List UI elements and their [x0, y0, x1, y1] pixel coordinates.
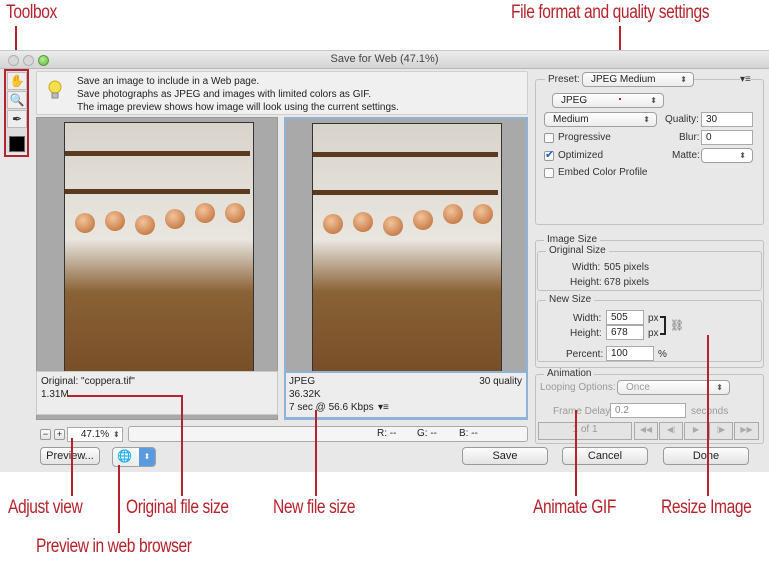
- width-unit: px: [648, 313, 659, 324]
- chain-link-icon[interactable]: ⛓: [670, 319, 684, 332]
- browser-select-arrow-icon: ⬍: [139, 448, 155, 466]
- tip-panel: Save an image to include in a Web page. …: [36, 71, 528, 115]
- percent-unit: %: [658, 349, 667, 360]
- tip-line: The image preview shows how image will l…: [77, 102, 399, 113]
- image-size-title: Image Size: [544, 234, 601, 245]
- height-label: Height:: [570, 328, 602, 339]
- title-bar: Save for Web (47.1%): [0, 51, 769, 69]
- progressive-label: Progressive: [558, 132, 611, 143]
- height-unit: px: [648, 328, 659, 339]
- quality-field[interactable]: 30: [701, 112, 753, 127]
- original-width-label: Width:: [572, 262, 601, 273]
- file-format-select[interactable]: JPEG ⬍: [552, 93, 664, 108]
- tip-line: Save photographs as JPEG and images with…: [77, 89, 372, 100]
- browser-globe-icon: 🌐: [117, 449, 132, 463]
- original-size-title: Original Size: [546, 245, 609, 256]
- width-label: Width:: [573, 313, 602, 324]
- pixel-info-bar: R: -- G: -- B: --: [128, 426, 528, 442]
- optimized-checkbox[interactable]: [544, 148, 554, 161]
- blur-field[interactable]: 0: [701, 130, 753, 145]
- frame-counter: 1 of 1: [538, 422, 632, 440]
- preset-value: JPEG Medium: [591, 74, 656, 85]
- optimized-quality: 30 quality: [479, 376, 522, 387]
- callout-adjust-view: Adjust view: [8, 497, 83, 518]
- play-button[interactable]: ▶: [684, 422, 708, 440]
- download-speed-menu-icon[interactable]: ▾≡: [378, 402, 389, 413]
- red-readout: R: --: [377, 428, 397, 439]
- preset-select[interactable]: JPEG Medium ⬍: [582, 72, 694, 87]
- frame-delay-unit: seconds: [691, 406, 729, 417]
- lightbulb-icon: [48, 80, 62, 99]
- width-field[interactable]: 505: [606, 310, 644, 325]
- frame-delay-label: Frame Delay:: [553, 406, 614, 417]
- save-for-web-window: Save for Web (47.1%) ✋ 🔍 ✒ Save an image…: [0, 50, 769, 472]
- optimized-info: JPEG 30 quality 36.32K 7 sec @ 56.6 Kbps…: [284, 371, 528, 419]
- original-info: Original: "coppera.tif" 1.31M: [36, 371, 278, 415]
- first-frame-button[interactable]: ◀◀: [634, 422, 658, 440]
- original-height-label: Height:: [570, 277, 602, 288]
- quality-preset-select[interactable]: Medium ⬍: [544, 112, 657, 127]
- zoom-in-button[interactable]: +: [54, 429, 65, 440]
- save-button[interactable]: Save: [462, 447, 548, 465]
- callout-original-file-size: Original file size: [126, 497, 229, 518]
- toolbox-highlight: [4, 69, 29, 157]
- original-width-value: 505 pixels: [604, 262, 650, 273]
- new-size-title: New Size: [546, 294, 595, 305]
- last-frame-button[interactable]: ▶▶: [734, 422, 759, 440]
- previous-frame-button[interactable]: ◀|: [659, 422, 683, 440]
- optimized-file-size: 36.32K: [289, 389, 321, 400]
- height-field[interactable]: 678: [606, 325, 644, 340]
- progressive-checkbox[interactable]: [544, 133, 554, 143]
- blur-label: Blur:: [679, 132, 700, 143]
- original-filename: Original: "coppera.tif": [41, 376, 135, 387]
- download-time: 7 sec @ 56.6 Kbps: [289, 402, 374, 413]
- optimized-label: Optimized: [558, 150, 604, 161]
- settings-menu-icon[interactable]: ▾≡: [740, 74, 751, 85]
- file-format-value: JPEG: [561, 95, 588, 106]
- callout-file-format: File format and quality settings: [511, 2, 710, 23]
- frame-delay-field[interactable]: 0.2: [610, 403, 686, 418]
- original-height-value: 678 pixels: [604, 277, 650, 288]
- looping-select[interactable]: Once ⬍: [617, 380, 730, 395]
- callout-toolbox: Toolbox: [6, 2, 57, 23]
- next-frame-button[interactable]: |▶: [709, 422, 733, 440]
- blue-readout: B: --: [459, 428, 478, 439]
- zoom-stepper-icon[interactable]: ⬍: [113, 430, 120, 439]
- callout-preview-browser: Preview in web browser: [36, 536, 192, 557]
- quality-label: Quality:: [665, 114, 699, 125]
- original-file-size: 1.31M: [41, 389, 69, 400]
- matte-select[interactable]: ⬍: [701, 148, 753, 163]
- percent-label: Percent:: [566, 349, 604, 360]
- callout-animate-gif: Animate GIF: [533, 497, 616, 518]
- tip-line: Save an image to include in a Web page.: [77, 76, 260, 87]
- preview-button[interactable]: Preview...: [40, 447, 100, 465]
- callout-resize-image: Resize Image: [661, 497, 752, 518]
- window-title: Save for Web (47.1%): [330, 53, 439, 65]
- animation-title: Animation: [544, 368, 595, 379]
- looping-value: Once: [626, 382, 650, 393]
- browser-preview-select[interactable]: 🌐 ⬍: [112, 447, 156, 467]
- zoom-out-button[interactable]: −: [40, 429, 51, 440]
- looping-label: Looping Options:: [540, 382, 616, 393]
- constrain-bracket: [660, 316, 666, 335]
- callout-new-file-size: New file size: [273, 497, 356, 518]
- preset-label: Preset:: [545, 74, 583, 85]
- green-readout: G: --: [417, 428, 437, 439]
- matte-label: Matte:: [672, 150, 700, 161]
- done-button[interactable]: Done: [663, 447, 749, 465]
- quality-preset-value: Medium: [553, 114, 589, 125]
- embed-profile-checkbox[interactable]: [544, 168, 554, 178]
- optimized-format: JPEG: [289, 376, 316, 387]
- embed-profile-label: Embed Color Profile: [558, 167, 648, 178]
- percent-field[interactable]: 100: [606, 346, 654, 361]
